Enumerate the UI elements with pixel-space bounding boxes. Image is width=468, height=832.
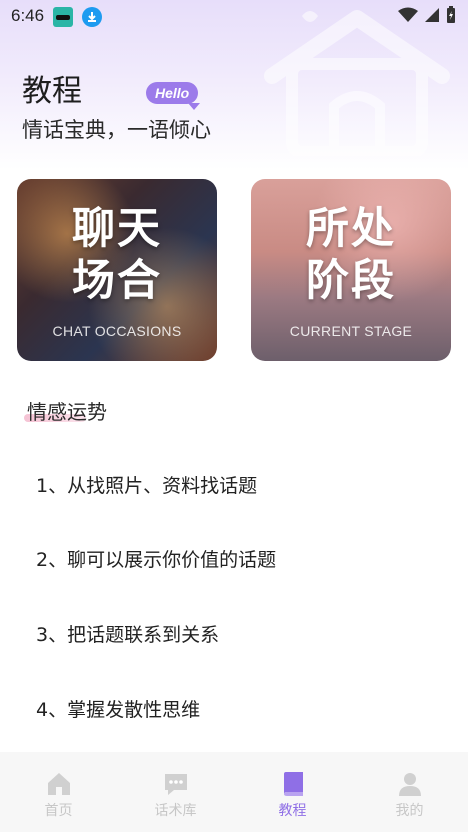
nav-label: 教程: [278, 803, 307, 819]
list-item[interactable]: 4、掌握发散性思维: [36, 695, 200, 722]
nav-item-phrases[interactable]: 话术库: [117, 752, 234, 832]
section-title: 情感运势: [27, 400, 107, 424]
person-icon: [399, 773, 421, 796]
nav-item-home[interactable]: 首页: [0, 752, 117, 832]
nav-item-tutorial[interactable]: 教程: [234, 752, 351, 832]
status-time: 6:46: [11, 6, 45, 25]
card-title: 所处 阶段: [306, 204, 396, 306]
nav-label: 我的: [395, 803, 424, 819]
list-item[interactable]: 1、从找照片、资料找话题: [36, 471, 257, 498]
house-decoration-icon: [264, 10, 450, 156]
nav-item-profile[interactable]: 我的: [351, 752, 468, 832]
card-title: 聊天 场合: [72, 204, 162, 306]
list-item[interactable]: 2、聊可以展示你价值的话题: [36, 545, 276, 572]
home-icon: [48, 773, 70, 795]
nav-label: 话术库: [154, 803, 197, 819]
current-stage-card[interactable]: 所处 阶段 CURRENT STAGE: [251, 179, 451, 361]
book-icon: [284, 772, 303, 796]
hello-badge: Hello: [146, 82, 201, 110]
list-item[interactable]: 3、把话题联系到关系: [36, 620, 219, 647]
page-title: 教程: [22, 74, 82, 109]
chat-icon: [165, 774, 187, 795]
chat-occasions-card[interactable]: 聊天 场合 CHAT OCCASIONS: [17, 179, 217, 361]
page-subtitle: 情话宝典，一语倾心: [22, 118, 211, 142]
app-notification-icon: [53, 7, 73, 27]
download-notification-icon: [82, 7, 102, 27]
card-subtitle: CHAT OCCASIONS: [52, 323, 182, 339]
card-subtitle: CURRENT STAGE: [289, 323, 413, 339]
bottom-nav: 首页 话术库 教程 我的: [0, 752, 468, 832]
nav-label: 首页: [44, 803, 73, 819]
